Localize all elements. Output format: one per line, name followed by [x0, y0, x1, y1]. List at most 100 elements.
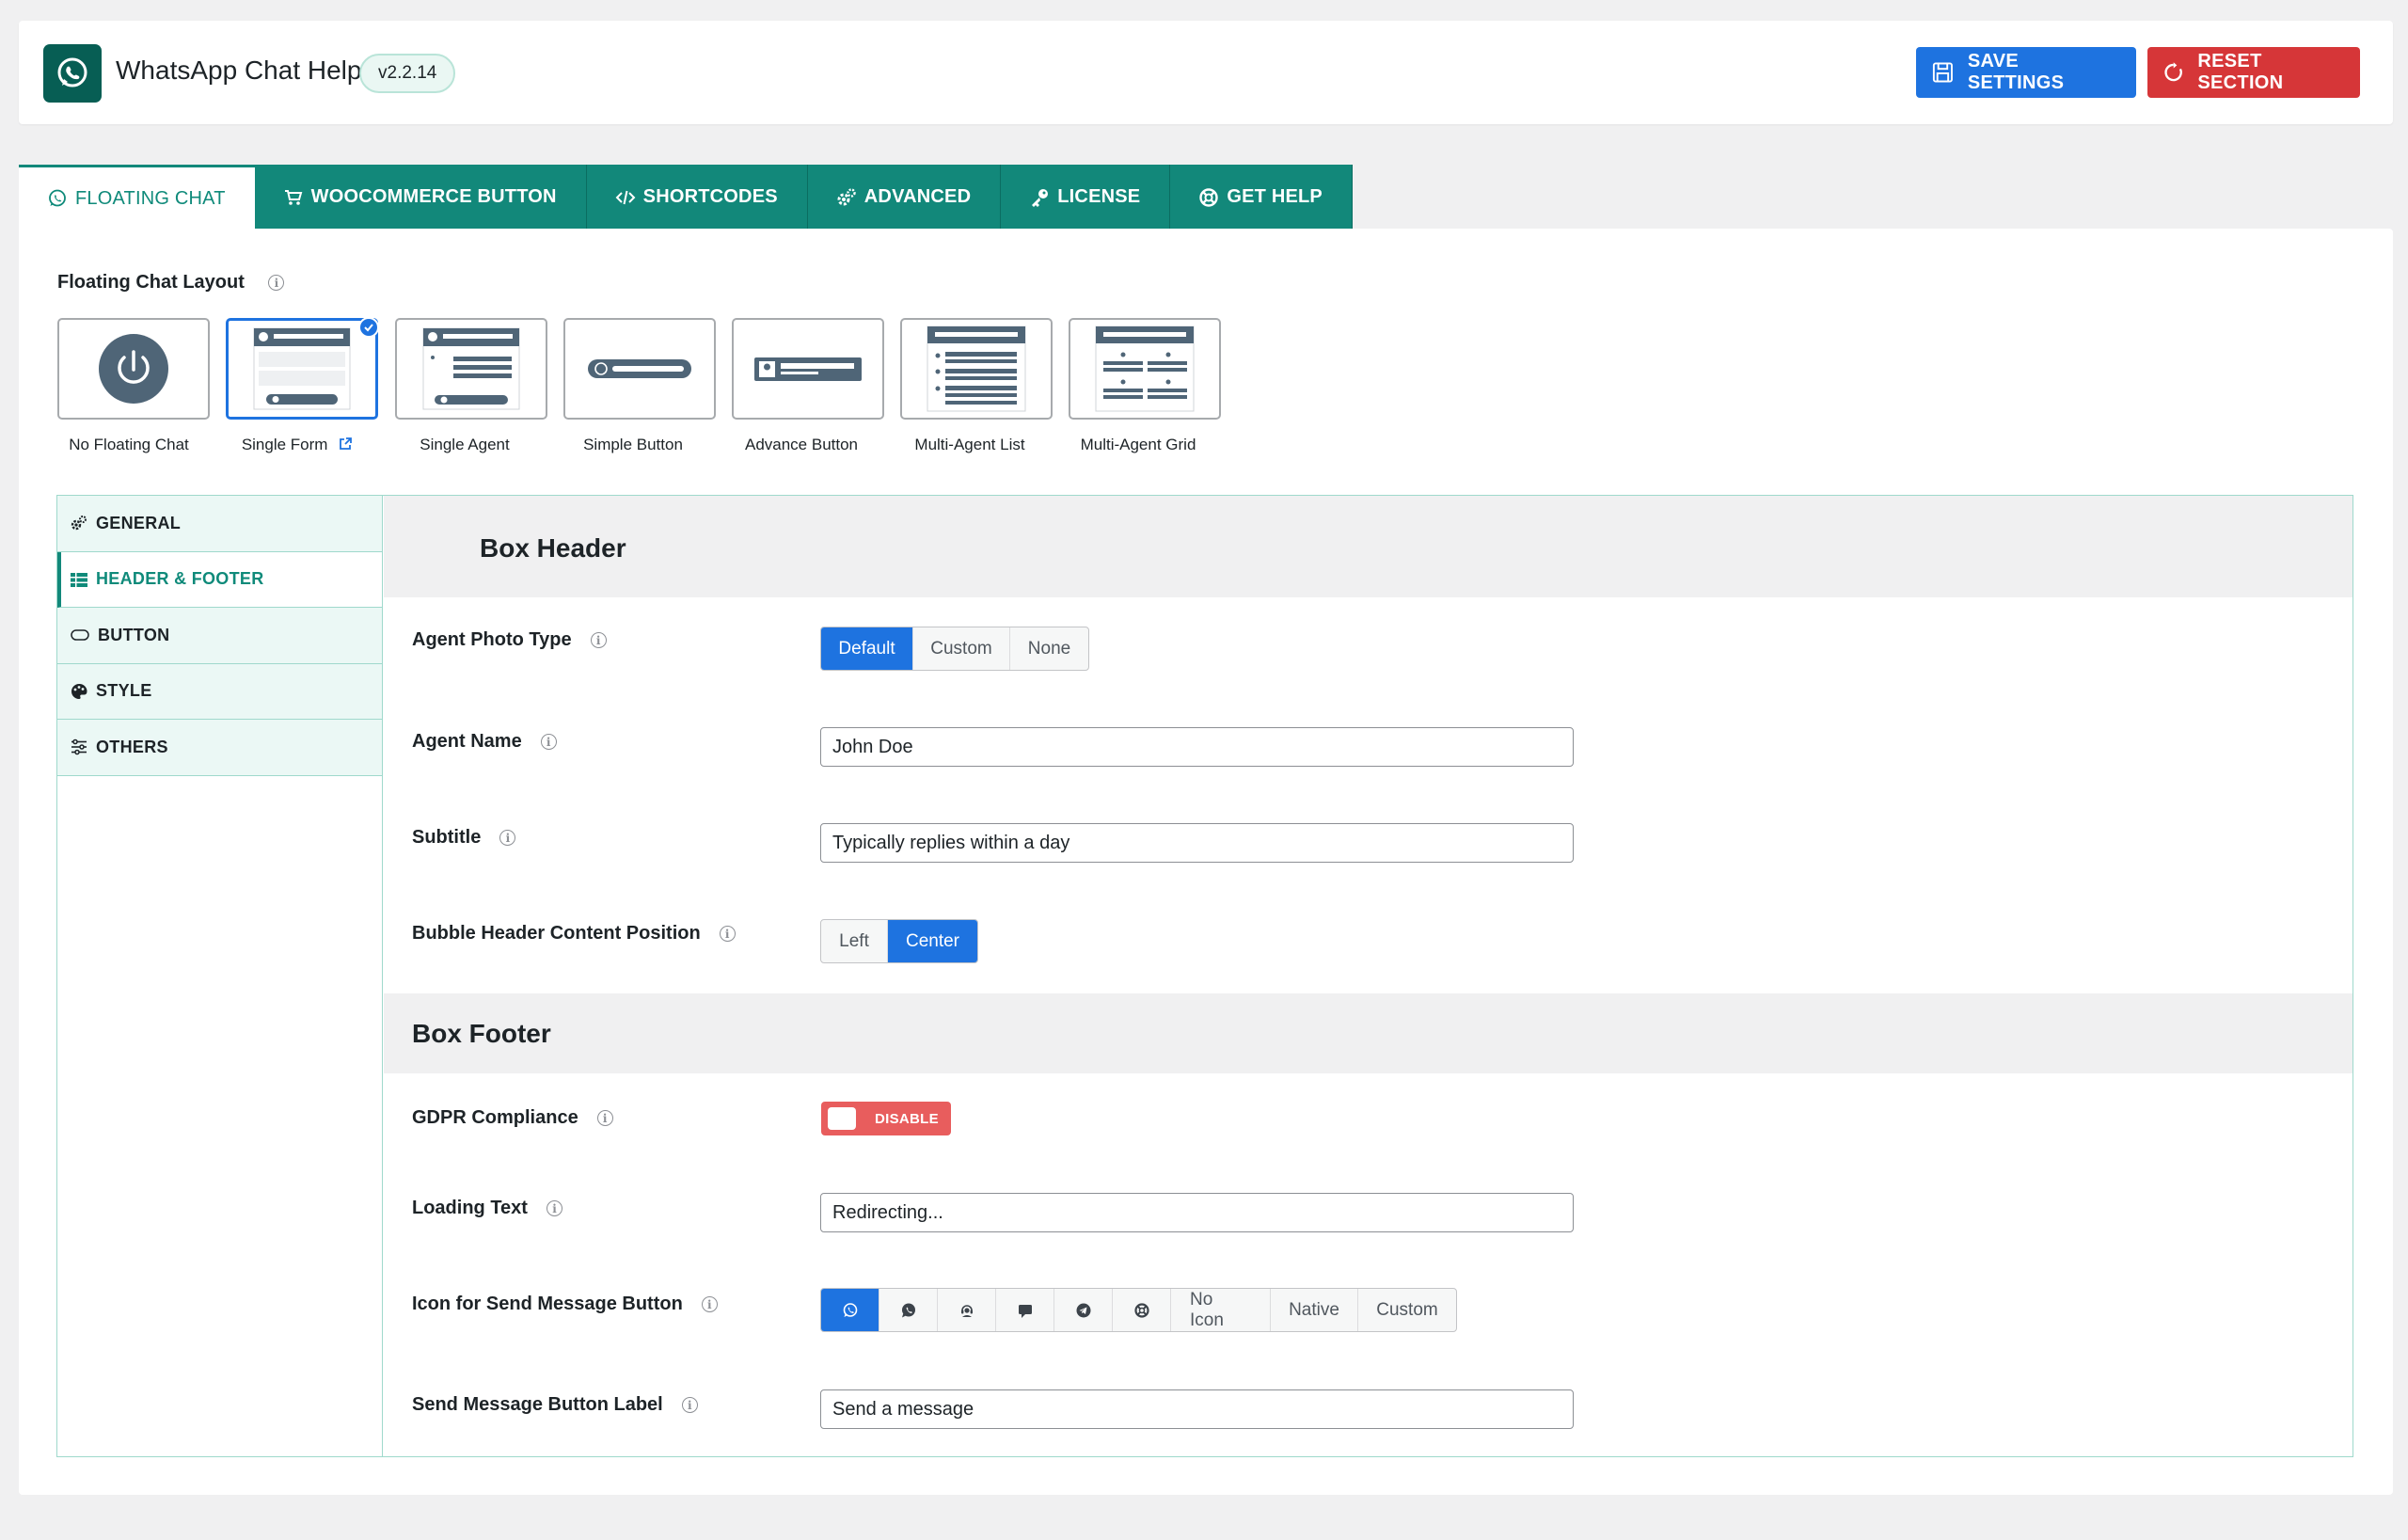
- info-icon[interactable]: i: [540, 734, 557, 750]
- sidebar-item-header-footer[interactable]: HEADER & FOOTER: [57, 551, 382, 608]
- key-icon: [1032, 188, 1049, 207]
- save-settings-button[interactable]: SAVE SETTINGS: [1916, 47, 2136, 98]
- option-default[interactable]: Default: [821, 627, 913, 670]
- sidebar-item-label: STYLE: [96, 681, 152, 701]
- reset-section-button[interactable]: RESET SECTION: [2147, 47, 2360, 98]
- tab-floating-chat[interactable]: FLOATING CHAT: [19, 165, 255, 230]
- floating-chat-layout-text: Floating Chat Layout: [57, 272, 245, 293]
- sidebar-item-label: BUTTON: [98, 625, 170, 644]
- info-icon[interactable]: i: [499, 830, 516, 846]
- subtitle-input[interactable]: Typically replies within a day: [820, 823, 1574, 863]
- sidebar-item-style[interactable]: STYLE: [57, 663, 382, 720]
- layout-caption: Multi-Agent Grid: [1080, 436, 1196, 453]
- gears-icon: [837, 187, 856, 205]
- floating-chat-layout-label: Floating Chat Layout i: [57, 272, 285, 294]
- whatsapp-icon: [49, 189, 66, 207]
- settings-panel: GENERAL HEADER & FOOTER BUTTON STYLE OTH…: [56, 495, 2353, 1457]
- send-label-label: Send Message Button Label i: [412, 1394, 698, 1416]
- sidebar-item-general[interactable]: GENERAL: [57, 496, 382, 552]
- layout-caption: No Floating Chat: [69, 436, 189, 453]
- reset-section-label: RESET SECTION: [2197, 51, 2284, 93]
- layout-caption: Single Agent: [420, 436, 510, 453]
- external-link-icon[interactable]: [338, 437, 353, 452]
- code-icon: [615, 190, 636, 204]
- send-label-text: Send Message Button Label: [412, 1394, 663, 1415]
- info-icon[interactable]: i: [268, 275, 285, 292]
- tab-label: LICENSE: [1057, 186, 1141, 207]
- option-whatsapp-icon[interactable]: [821, 1289, 879, 1331]
- tab-license[interactable]: LICENSE: [1001, 165, 1171, 230]
- info-icon[interactable]: i: [596, 1110, 613, 1126]
- tab-woocommerce-button[interactable]: WOOCOMMERCE BUTTON: [254, 165, 587, 230]
- info-icon[interactable]: i: [590, 632, 607, 648]
- tab-get-help[interactable]: GET HELP: [1170, 165, 1353, 230]
- layout-caption-text: Single Form: [241, 436, 328, 453]
- agent-name-text: Agent Name: [412, 731, 522, 752]
- app-title: WhatsApp Chat Help: [116, 56, 362, 85]
- refresh-icon: [2164, 62, 2182, 82]
- option-custom[interactable]: Custom: [913, 627, 1010, 670]
- tab-label: GET HELP: [1227, 186, 1323, 207]
- tab-label: ADVANCED: [863, 186, 972, 207]
- gdpr-compliance-text: GDPR Compliance: [412, 1107, 578, 1128]
- cart-icon: [284, 189, 302, 205]
- box-footer-section-title: Box Footer: [384, 993, 2353, 1073]
- option-telegram-icon[interactable]: [1054, 1289, 1113, 1331]
- gears-icon: [71, 516, 87, 531]
- info-icon[interactable]: i: [681, 1397, 698, 1413]
- save-icon: [1932, 62, 1953, 83]
- gdpr-compliance-label: GDPR Compliance i: [412, 1107, 613, 1129]
- layout-option-multi-agent-list[interactable]: [900, 318, 1053, 420]
- lifebuoy-icon: [1199, 187, 1219, 207]
- info-icon[interactable]: i: [719, 926, 736, 942]
- power-icon: [99, 334, 168, 404]
- single-agent-thumbnail-icon: [422, 327, 520, 410]
- sidebar-item-others[interactable]: OTHERS: [57, 720, 382, 776]
- option-no-icon[interactable]: No Icon: [1171, 1289, 1271, 1331]
- single-form-thumbnail-icon: [253, 327, 351, 410]
- gdpr-toggle-state: DISABLE: [875, 1110, 939, 1127]
- option-native[interactable]: Native: [1271, 1289, 1358, 1331]
- loading-text-input[interactable]: Redirecting...: [820, 1193, 1574, 1232]
- tab-shortcodes[interactable]: SHORTCODES: [586, 165, 808, 230]
- pill-icon: [71, 629, 89, 641]
- comment-icon: [1018, 1304, 1032, 1318]
- agent-name-input[interactable]: John Doe: [820, 727, 1574, 767]
- sidebar-item-button[interactable]: BUTTON: [57, 608, 382, 664]
- option-left[interactable]: Left: [821, 920, 888, 962]
- option-none[interactable]: None: [1010, 627, 1088, 670]
- multi-agent-grid-thumbnail-icon: [1095, 325, 1195, 412]
- subtitle-text: Subtitle: [412, 827, 482, 848]
- layout-option-single-form[interactable]: [226, 317, 379, 420]
- agent-photo-type-text: Agent Photo Type: [412, 629, 572, 650]
- info-icon[interactable]: i: [546, 1200, 562, 1216]
- option-center[interactable]: Center: [888, 920, 977, 962]
- advance-button-thumbnail-icon: [754, 357, 862, 381]
- option-custom[interactable]: Custom: [1358, 1289, 1456, 1331]
- layout-option-multi-agent-grid[interactable]: [1069, 318, 1221, 420]
- tab-advanced[interactable]: ADVANCED: [807, 165, 1002, 230]
- option-comment-icon[interactable]: [996, 1289, 1054, 1331]
- send-message-label-input[interactable]: Send a message: [820, 1389, 1574, 1429]
- layout-option-simple-button[interactable]: [563, 318, 716, 420]
- agent-photo-type-selector: Default Custom None: [820, 627, 1089, 671]
- loading-text-label: Loading Text i: [412, 1198, 562, 1219]
- layout-option-single-agent[interactable]: [395, 318, 547, 420]
- send-icon-text: Icon for Send Message Button: [412, 1294, 683, 1314]
- gdpr-toggle[interactable]: DISABLE: [821, 1102, 951, 1135]
- option-support-agent-icon[interactable]: [938, 1289, 996, 1331]
- agent-photo-type-label: Agent Photo Type i: [412, 629, 607, 651]
- send-icon-selector: No Icon Native Custom: [820, 1288, 1457, 1332]
- option-whatsapp-solid-icon[interactable]: [879, 1289, 938, 1331]
- palette-icon: [71, 683, 87, 699]
- multi-agent-list-thumbnail-icon: [927, 325, 1026, 412]
- layout-option-advance-button[interactable]: [732, 318, 884, 420]
- selected-check-icon: [358, 317, 379, 338]
- sidebar-item-label: HEADER & FOOTER: [96, 569, 264, 589]
- whatsapp-logo-icon: [43, 44, 102, 103]
- layout-option-no-floating-chat[interactable]: [57, 318, 210, 420]
- content-position-label: Bubble Header Content Position i: [412, 923, 736, 945]
- version-badge: v2.2.14: [359, 54, 456, 93]
- info-icon[interactable]: i: [701, 1296, 718, 1312]
- option-lifebuoy-icon[interactable]: [1113, 1289, 1171, 1331]
